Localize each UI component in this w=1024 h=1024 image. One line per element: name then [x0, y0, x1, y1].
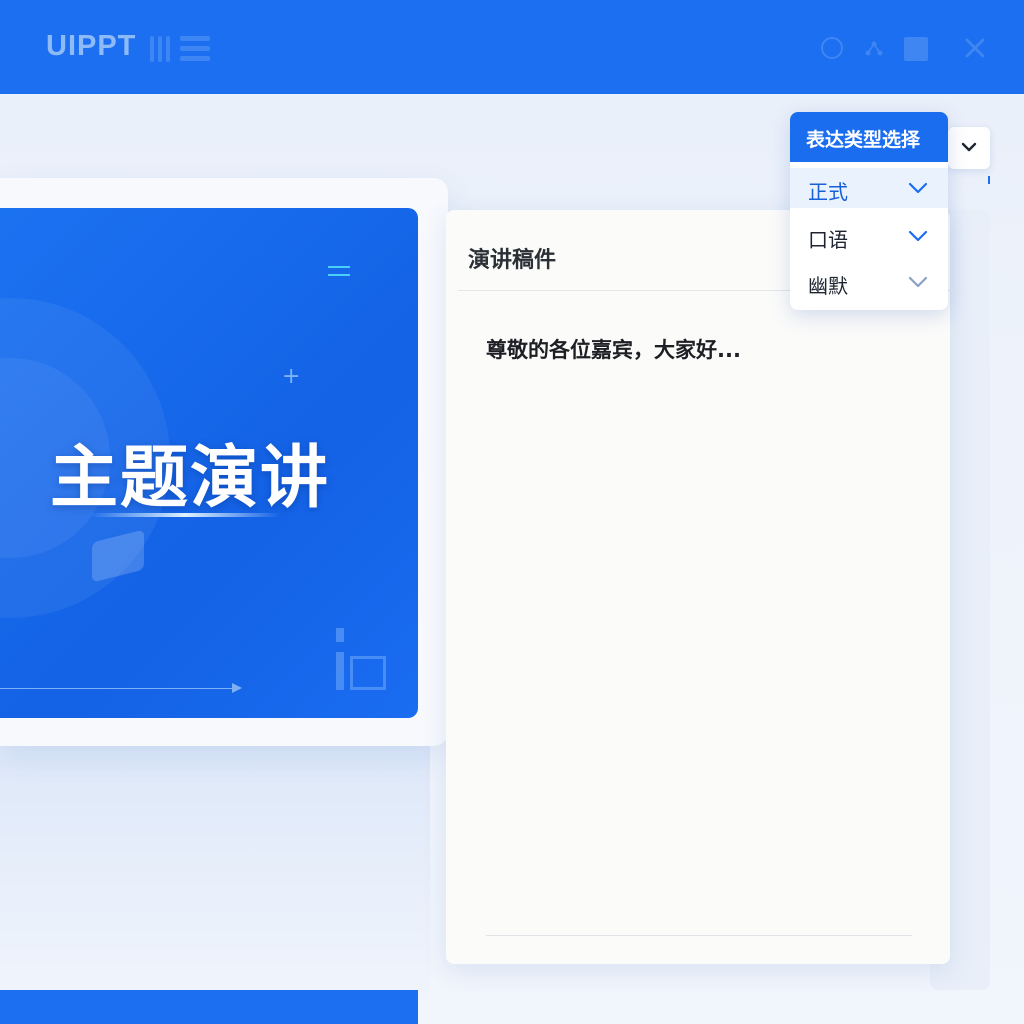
app-logo: UIPPT	[46, 30, 137, 62]
arrow-right-icon	[232, 683, 242, 693]
dropdown-option-humorous[interactable]: 幽默	[790, 262, 948, 302]
chevron-down-icon	[908, 276, 928, 288]
indicator-tick	[988, 176, 990, 184]
square-icon[interactable]	[903, 36, 928, 61]
dropdown-option-colloquial[interactable]: 口语	[790, 216, 948, 256]
slide-title: 主题演讲	[50, 439, 331, 518]
option-label: 口语	[808, 228, 848, 252]
chevron-down-icon	[961, 142, 977, 152]
expression-type-dropdown: 表达类型选择 正式 口语 幽默	[790, 112, 948, 310]
menu-icon	[328, 266, 350, 280]
dropdown-toggle-button[interactable]	[948, 127, 990, 169]
dropdown-header-label: 表达类型选择	[806, 129, 921, 151]
close-icon[interactable]	[963, 36, 987, 60]
script-text[interactable]: 尊敬的各位嘉宾，大家好...	[486, 334, 741, 364]
title-glow-line	[90, 513, 280, 517]
option-label: 幽默	[808, 274, 848, 298]
slide-preview[interactable]: + 主题演讲	[0, 208, 418, 718]
share-icon[interactable]	[862, 36, 886, 60]
circle-icon[interactable]	[820, 36, 844, 60]
chevron-down-icon	[908, 182, 928, 194]
divider	[486, 935, 912, 936]
top-bar: UIPPT	[0, 0, 1024, 94]
option-label: 正式	[808, 180, 848, 204]
panel-title: 演讲稿件	[468, 248, 557, 273]
background-wave	[0, 740, 430, 1000]
arrow-line	[0, 688, 236, 689]
logo-mark-icon	[150, 36, 212, 62]
decorative-bars	[336, 628, 392, 690]
plus-icon: +	[282, 364, 301, 389]
bottom-brand-strip	[0, 990, 418, 1024]
chevron-down-icon	[908, 230, 928, 242]
dropdown-option-formal[interactable]: 正式	[790, 168, 948, 208]
speech-script-panel: 演讲稿件 尊敬的各位嘉宾，大家好...	[446, 210, 962, 964]
dropdown-header: 表达类型选择	[790, 112, 948, 162]
